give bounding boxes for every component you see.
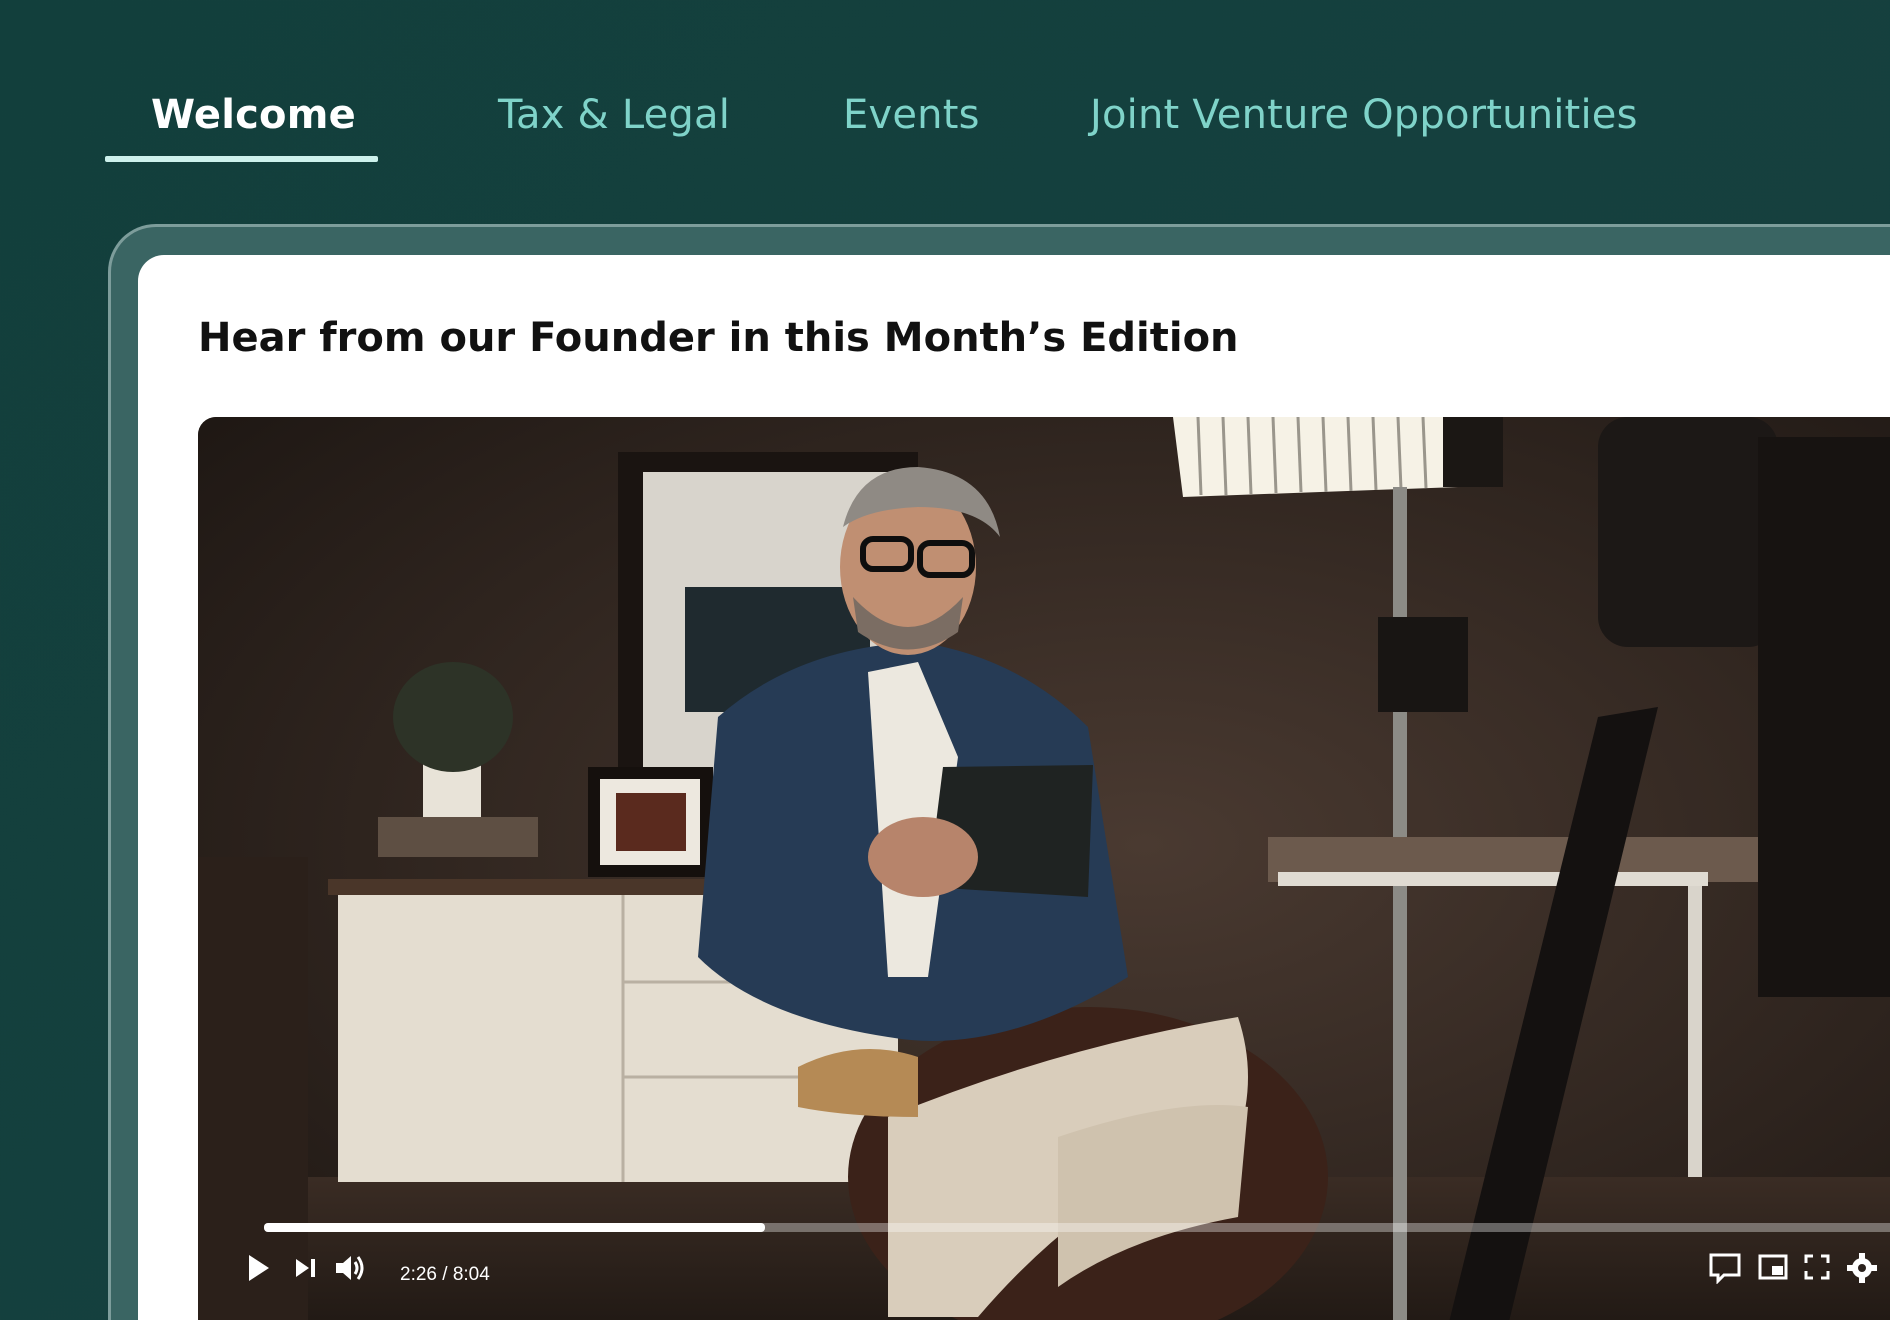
- active-tab-indicator: [105, 156, 378, 162]
- next-icon[interactable]: [292, 1255, 318, 1281]
- progress-played: [264, 1223, 766, 1232]
- video-frame: [198, 417, 1890, 1320]
- captions-icon[interactable]: [1708, 1252, 1742, 1284]
- tab-events[interactable]: Events: [843, 78, 980, 162]
- play-icon[interactable]: [246, 1252, 272, 1284]
- player-controls: 2:26 / 8:04: [198, 1252, 1890, 1312]
- miniplayer-icon[interactable]: [1758, 1254, 1788, 1280]
- tab-joint-venture-opportunities[interactable]: Joint Venture Opportunities: [1090, 78, 1638, 162]
- fullscreen-icon[interactable]: [1804, 1254, 1830, 1280]
- video-player[interactable]: 2:26 / 8:04: [198, 417, 1890, 1320]
- progress-bar[interactable]: [264, 1223, 1890, 1232]
- tab-tax-legal[interactable]: Tax & Legal: [498, 78, 730, 162]
- tab-welcome[interactable]: Welcome: [151, 78, 356, 162]
- tab-bar: Welcome Tax & Legal Events Joint Venture…: [105, 78, 1805, 162]
- settings-icon[interactable]: [1846, 1252, 1878, 1284]
- card-title: Hear from our Founder in this Month’s Ed…: [198, 315, 1239, 361]
- volume-icon[interactable]: [334, 1253, 366, 1283]
- time-display: 2:26 / 8:04: [400, 1264, 490, 1285]
